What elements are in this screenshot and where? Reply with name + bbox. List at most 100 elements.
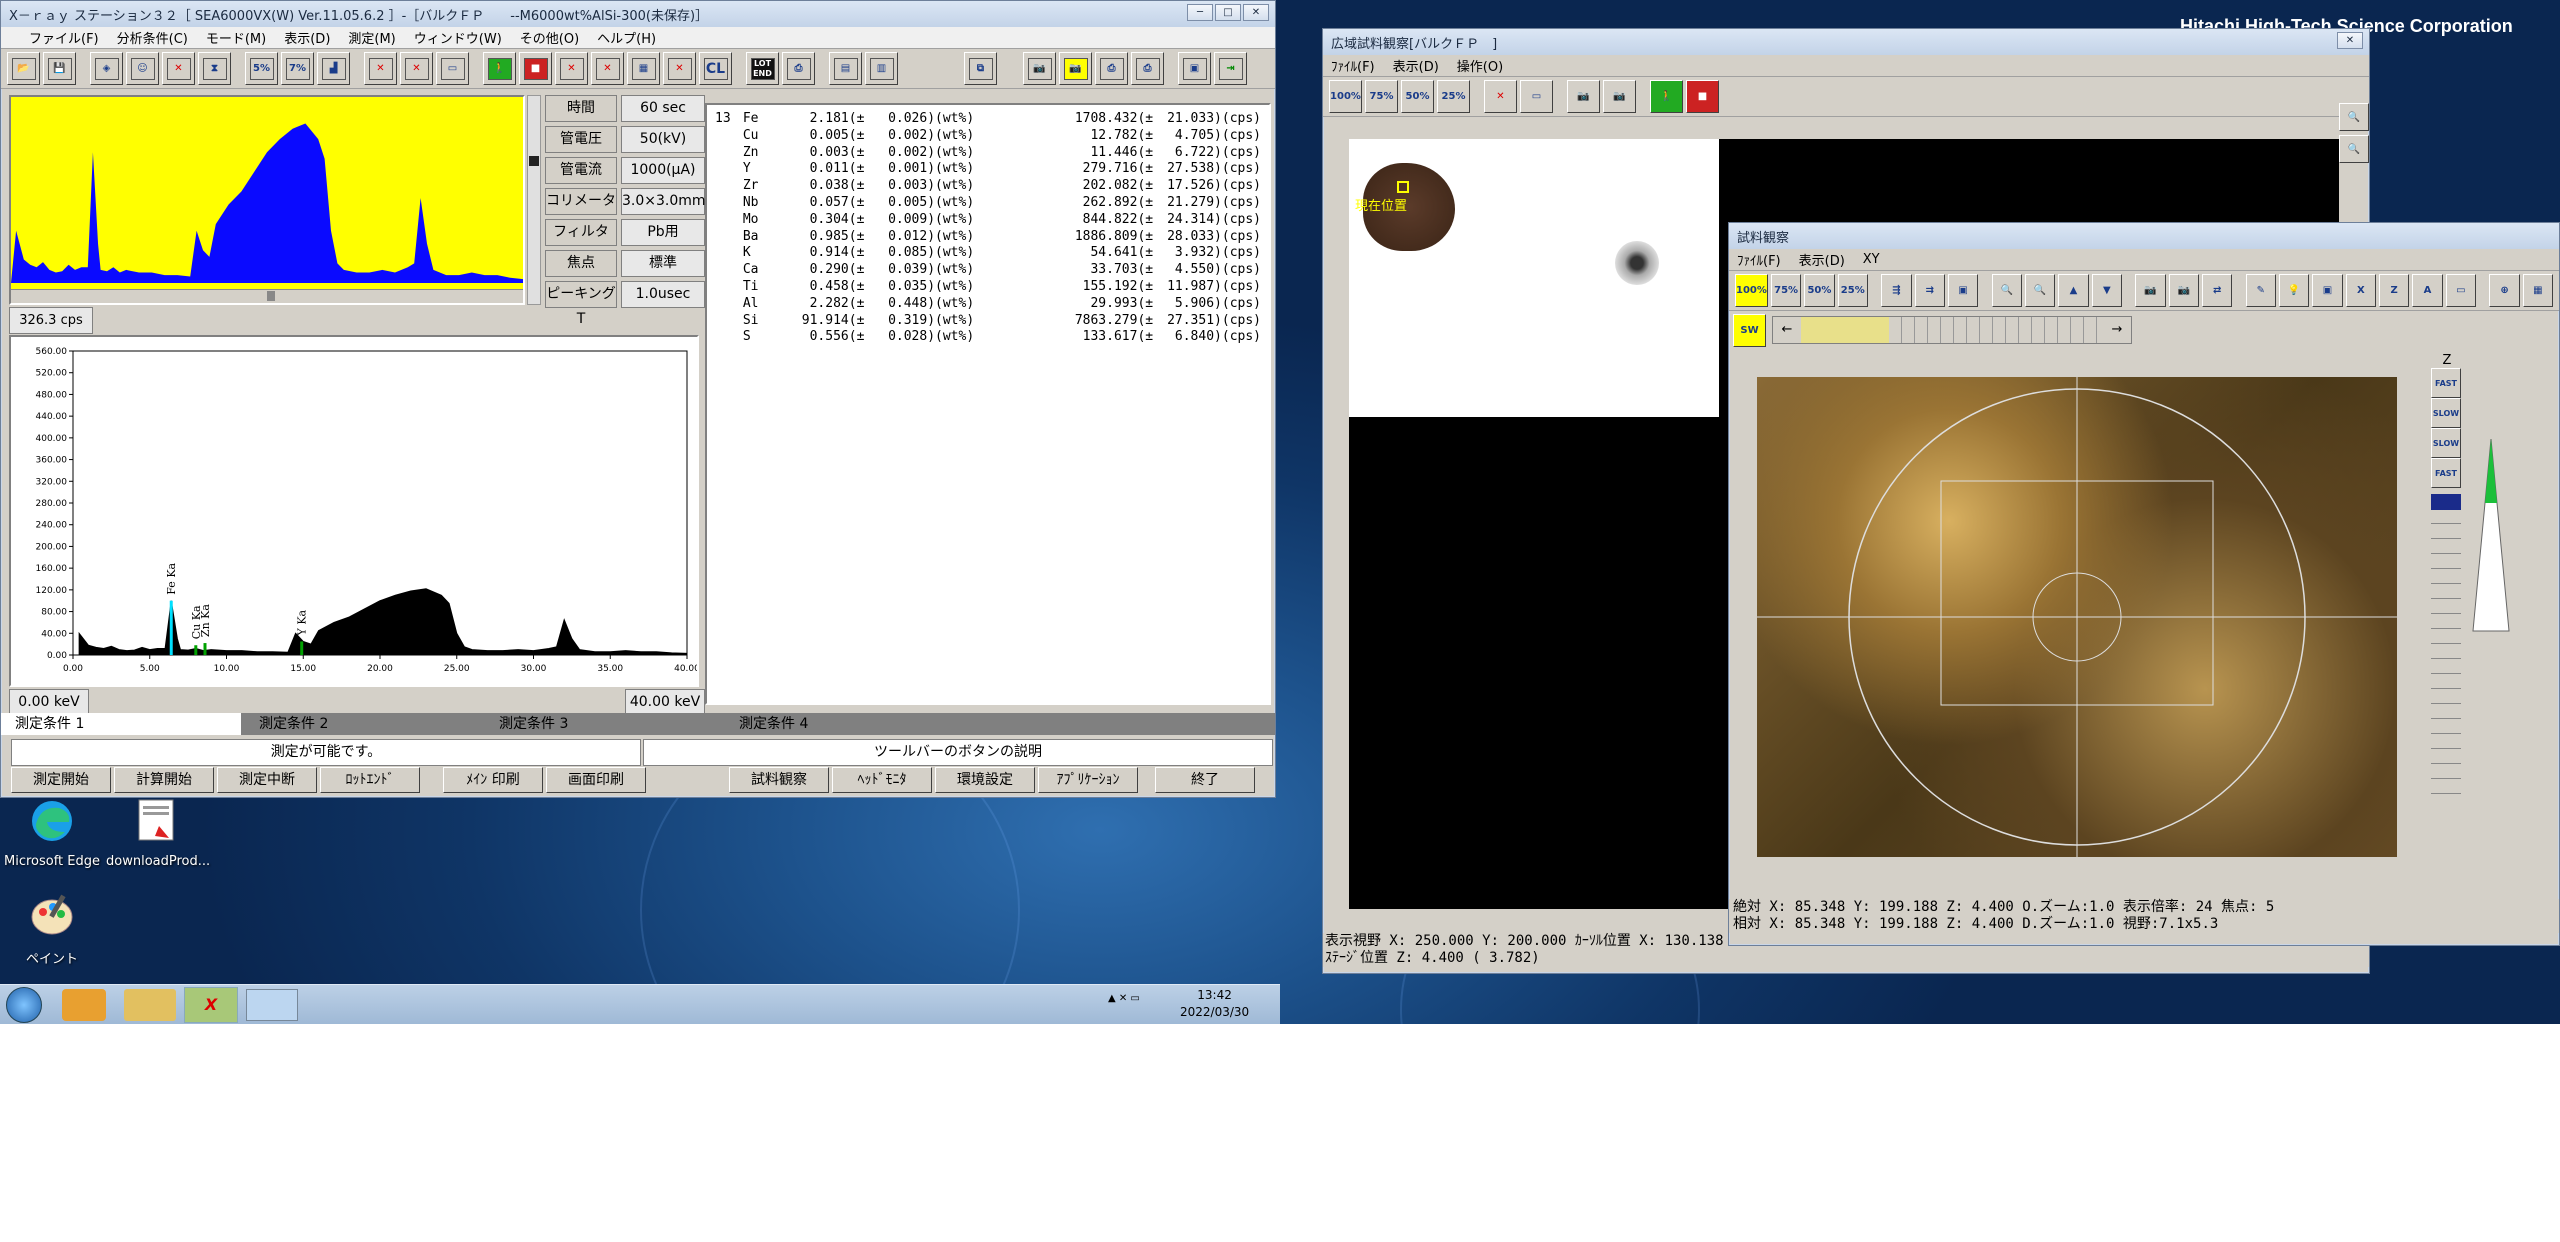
arrow-up-icon[interactable]: ▲ [2058,274,2089,307]
zoom-in-icon[interactable]: 🔍 [1991,274,2022,307]
sample-icon[interactable]: ◈ [90,52,123,85]
window-icon[interactable]: ⧉ [964,52,997,85]
menu-file[interactable]: ファイル(F) [29,28,99,47]
light-level-gauge[interactable] [2471,437,2511,633]
media-player-icon[interactable] [62,989,106,1021]
zoom-50[interactable]: 50% [1804,274,1835,307]
cancel-e-icon[interactable]: ✕ [663,52,696,85]
lot-end-button[interactable]: LOT END [746,52,779,85]
cancel-d-icon[interactable]: ✕ [591,52,624,85]
desktop-icon-edge[interactable]: Microsoft Edge [2,798,102,869]
slow-icon[interactable]: ⇉ [1914,274,1945,307]
desktop-icon-paint[interactable]: ペイント [2,892,102,967]
crosshair-icon[interactable]: ⊕ [2489,274,2520,307]
tile-icon[interactable]: ▣ [1178,52,1211,85]
overview-scrollbar[interactable] [11,289,523,303]
application-button[interactable]: ｱﾌﾟﾘｹｰｼｮﾝ [1038,767,1138,793]
cancel-icon[interactable]: ✕ [1484,80,1517,113]
start-calc-button[interactable]: 計算開始 [114,767,214,793]
menu-view[interactable]: 表示(D) [1393,56,1439,75]
main-print-button[interactable]: ﾒｲﾝ 印刷 [443,767,543,793]
camera-icon[interactable]: 📷 [2135,274,2166,307]
z-fast-down-button[interactable]: FAST [2431,458,2461,488]
zoom-50[interactable]: 50% [1401,80,1434,113]
sw-icon[interactable]: SW [1733,313,1766,347]
z-axis-icon[interactable]: Z [2379,274,2410,307]
printer-b-icon[interactable]: ⎙ [1131,52,1164,85]
menu-view[interactable]: 表示(D) [284,28,330,47]
menu-window[interactable]: ウィンドウ(W) [414,28,502,47]
abort-measure-button[interactable]: 測定中断 [217,767,317,793]
menu-mode[interactable]: モード(M) [206,28,266,47]
cancel-c-icon[interactable]: ✕ [555,52,588,85]
z-slow-up-button[interactable]: SLOW [2431,398,2461,428]
calculator-icon[interactable]: ▦ [627,52,660,85]
zoom-25[interactable]: 25% [1837,274,1868,307]
head-monitor-button[interactable]: ﾍｯﾄﾞﾓﾆﾀ [832,767,932,793]
pct7-button[interactable]: 7% [281,52,314,85]
start-button[interactable] [6,987,42,1023]
step-slider[interactable]: ← → [1772,316,2132,344]
pencil-icon[interactable]: ✎ [2245,274,2276,307]
a-icon[interactable]: A [2412,274,2443,307]
camera-icon[interactable]: 📷 [1567,80,1600,113]
clock-date[interactable]: 2022/03/30 [1180,1004,1249,1021]
close-button[interactable]: ✕ [2337,32,2363,49]
walk-icon[interactable]: 🚶 [1650,80,1683,113]
zoom-100[interactable]: 100% [1735,274,1768,307]
cl-button[interactable]: CL [699,52,732,85]
sample-view-button[interactable]: 試料観察 [729,767,829,793]
window-taskbar-icon[interactable] [246,989,298,1021]
camera-b-icon[interactable]: 📷 [2168,274,2199,307]
menu-file[interactable]: ﾌｧｲﾙ(F) [1331,56,1375,75]
pct5-button[interactable]: 5% [245,52,278,85]
menu-analysis[interactable]: 分析条件(C) [117,28,188,47]
zoom-75[interactable]: 75% [1770,274,1802,307]
overview-spectrum[interactable] [9,95,525,305]
menu-view[interactable]: 表示(D) [1799,250,1845,269]
tray-icons[interactable]: ▲ ✕ ▭ [1108,993,1140,1004]
xy-icon[interactable]: ⇄ [2201,274,2233,307]
tab-condition-4[interactable]: 測定条件 4 [725,713,961,735]
menu-operate[interactable]: 操作(O) [1457,56,1503,75]
delete-a-icon[interactable]: ✕ [364,52,397,85]
menu-measure[interactable]: 測定(M) [348,28,395,47]
overview-vscroll[interactable] [527,95,541,305]
camera-b-icon[interactable]: 📷 [1059,52,1092,85]
menu-file[interactable]: ﾌｧｲﾙ(F) [1737,250,1781,269]
stop-icon[interactable]: ■ [1686,80,1719,113]
delete-b-icon[interactable]: ✕ [400,52,433,85]
lot-end-text-button[interactable]: ﾛｯﾄｴﾝﾄﾞ [320,767,420,793]
sample-camera-image[interactable] [1757,377,2397,857]
spectrum-icon[interactable]: ▟ [317,52,350,85]
menu-xy[interactable]: XY [1863,252,1880,267]
maximize-button[interactable]: □ [1215,4,1241,21]
meter-icon[interactable]: ▭ [436,52,469,85]
slider-left-icon[interactable]: ← [1773,317,1801,343]
screen-print-button[interactable]: 画面印刷 [546,767,646,793]
fast-icon[interactable]: ⇶ [1881,274,1912,307]
x-axis-icon[interactable]: X [2345,274,2376,307]
clear-icon[interactable]: ▭ [1520,80,1553,113]
printer-icon[interactable]: ⎙ [1095,52,1128,85]
zoom-out-icon[interactable]: 🔍 [2024,274,2056,307]
clock-time[interactable]: 13:42 [1180,987,1249,1004]
tab-condition-2[interactable]: 測定条件 2 [245,713,481,735]
save-icon[interactable]: 💾 [43,52,76,85]
zoom-25[interactable]: 25% [1437,80,1470,113]
light-icon[interactable]: 💡 [2278,274,2310,307]
exit-button[interactable]: 終了 [1155,767,1255,793]
minimize-button[interactable]: ─ [1187,4,1213,21]
tab-condition-3[interactable]: 測定条件 3 [485,713,721,735]
zoom-75[interactable]: 75% [1365,80,1398,113]
open-icon[interactable]: 📂 [7,52,40,85]
z-slow-down-button[interactable]: SLOW [2431,428,2461,458]
start-measure-button[interactable]: 測定開始 [11,767,111,793]
camera-b-icon[interactable]: 📷 [1603,80,1636,113]
print-icon[interactable]: ⎙ [782,52,815,85]
xray-station-taskbar-icon[interactable]: X [184,987,238,1023]
exit-icon[interactable]: ⇥ [1214,52,1247,85]
file-explorer-icon[interactable] [124,989,176,1021]
zoom-in-icon[interactable]: 🔍 [2339,103,2369,131]
grid-icon[interactable]: ▦ [2522,274,2554,307]
